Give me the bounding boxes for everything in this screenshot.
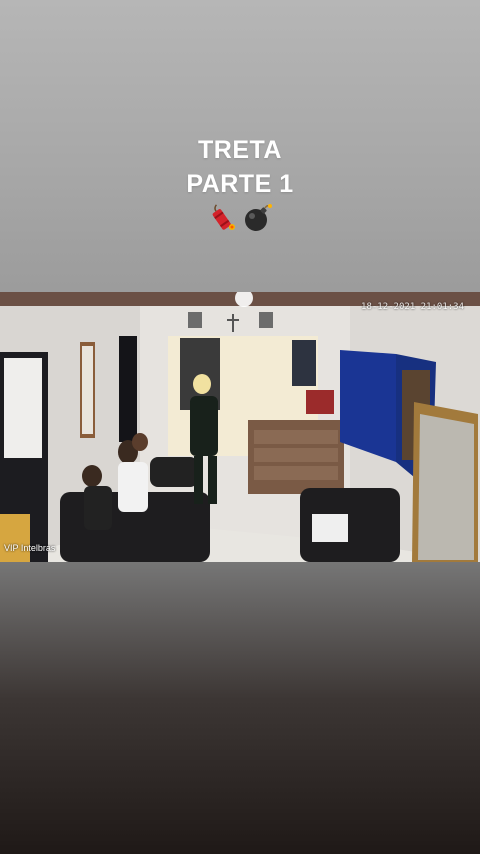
emoji-row: [0, 203, 480, 233]
camera-timestamp: 18-12-2021 21:01:34: [361, 302, 464, 312]
room-scene: [0, 292, 480, 562]
firecracker-icon: [212, 204, 235, 230]
caption-line-1: TRETA: [198, 136, 282, 164]
cctv-video-frame[interactable]: 18-12-2021 21:01:34 VIP Intelbras: [0, 292, 480, 562]
caption-line-2: PARTE 1: [186, 170, 294, 198]
story-screen: { "story": { "title_line1": "TRETA", "ti…: [0, 0, 480, 854]
camera-watermark: VIP Intelbras: [4, 543, 56, 553]
bomb-icon: [245, 204, 272, 231]
story-caption: TRETA PARTE 1: [0, 133, 480, 201]
